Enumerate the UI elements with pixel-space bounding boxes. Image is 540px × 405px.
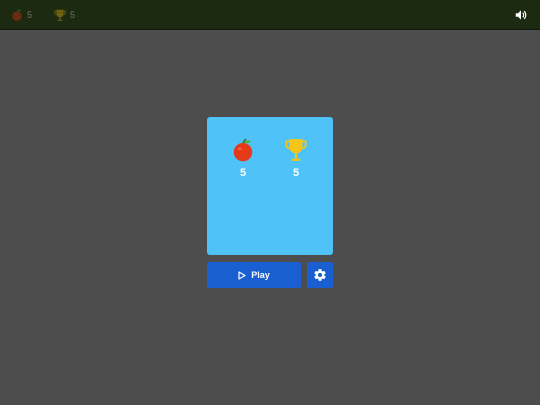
hud-apple-counter: 5 bbox=[10, 7, 32, 23]
speaker-icon bbox=[515, 10, 527, 20]
apple-count: 5 bbox=[239, 167, 247, 179]
play-icon bbox=[238, 270, 246, 280]
stats-card: 5 5 bbox=[207, 117, 333, 255]
hud-apple-count: 5 bbox=[27, 10, 33, 20]
gear-icon bbox=[314, 269, 326, 281]
play-button-label: Play bbox=[251, 270, 270, 280]
trophy-icon bbox=[285, 139, 307, 161]
trophy-count: 5 bbox=[292, 167, 300, 179]
apple-icon bbox=[233, 138, 253, 162]
play-button[interactable]: Play bbox=[207, 262, 301, 288]
trophy-icon bbox=[54, 9, 66, 21]
apple-stat: 5 bbox=[223, 137, 263, 179]
hud-trophy-count: 5 bbox=[70, 10, 76, 20]
settings-button[interactable] bbox=[307, 262, 333, 288]
sound-toggle-button[interactable] bbox=[514, 8, 528, 22]
trophy-stat: 5 bbox=[276, 137, 316, 179]
hud-trophy-counter: 5 bbox=[53, 7, 75, 23]
top-bar: 5 5 bbox=[0, 0, 540, 30]
apple-icon bbox=[12, 8, 22, 21]
